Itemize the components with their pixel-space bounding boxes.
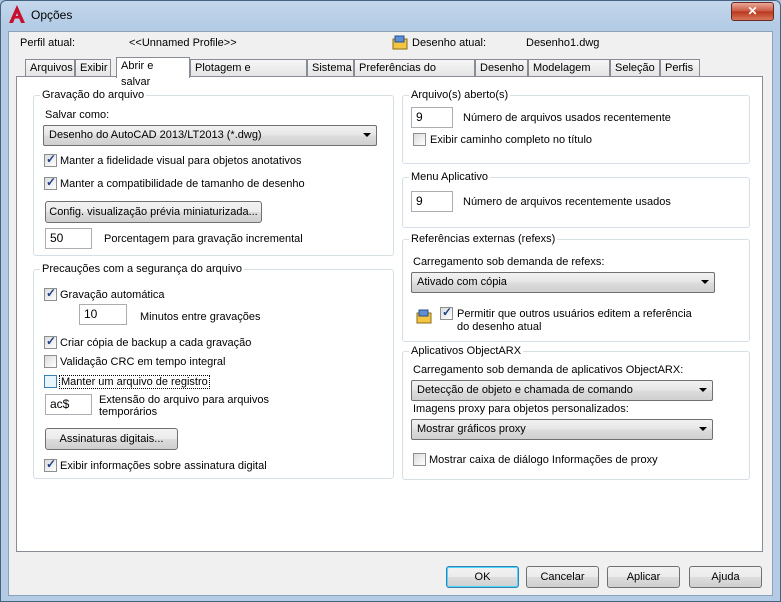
tab-sistema[interactable]: Sistema <box>307 59 354 77</box>
tab-modelagem-3d[interactable]: Modelagem 3D <box>528 59 610 90</box>
proxy-images-label: Imagens proxy para objetos personalizado… <box>413 403 629 415</box>
tab-preferencias[interactable]: Preferências do usuário <box>354 59 475 90</box>
visual-fidelity-label: Manter a fidelidade visual para objetos … <box>60 155 302 167</box>
digital-signatures-button[interactable]: Assinaturas digitais... <box>45 428 178 450</box>
drawing-label: Desenho atual: <box>412 37 486 49</box>
app-menu-recent-input[interactable]: 9 <box>411 191 453 212</box>
crc-label: Validação CRC em tempo integral <box>60 356 226 368</box>
tab-desenho[interactable]: Desenho <box>475 59 528 77</box>
close-icon: ✕ <box>747 4 758 18</box>
cancel-button[interactable]: Cancelar <box>526 566 599 588</box>
visual-fidelity-checkbox[interactable]: ✓ <box>44 152 57 167</box>
save-as-select[interactable]: Desenho do AutoCAD 2013/LT2013 (*.dwg) <box>43 125 377 146</box>
log-file-label: Manter um arquivo de registro <box>59 375 210 389</box>
thumbnail-settings-button[interactable]: Config. visualização prévia miniaturizad… <box>45 201 262 223</box>
full-path-checkbox[interactable] <box>413 133 426 146</box>
group-title: Precauções com a segurança do arquivo <box>42 263 242 275</box>
signature-info-label: Exibir informações sobre assinatura digi… <box>60 460 267 472</box>
size-compat-label: Manter a compatibilidade de tamanho de d… <box>60 178 305 190</box>
arx-demand-label: Carregamento sob demanda de aplicativos … <box>413 364 684 376</box>
profile-label: Perfil atual: <box>20 37 76 49</box>
group-title: Referências externas (refexs) <box>411 233 556 245</box>
check-icon: ✓ <box>46 334 57 348</box>
xref-demand-value: Ativado com cópia <box>417 276 507 288</box>
check-icon: ✓ <box>46 457 57 471</box>
xref-demand-select[interactable]: Ativado com cópia <box>411 272 715 293</box>
profile-value: <<Unnamed Profile>> <box>129 37 237 49</box>
full-path-label: Exibir caminho completo no título <box>430 134 593 146</box>
recent-files-input[interactable]: 9 <box>411 107 453 128</box>
check-icon: ✓ <box>46 175 57 189</box>
proxy-images-select[interactable]: Mostrar gráficos proxy <box>411 419 713 440</box>
autosave-minutes-label: Minutos entre gravações <box>140 311 261 323</box>
chevron-down-icon <box>699 388 707 392</box>
check-icon: ✓ <box>46 286 57 300</box>
app-menu-recent-label: Número de arquivos recentemente usados <box>463 196 671 208</box>
arx-demand-value: Detecção de objeto e chamada de comando <box>417 384 633 396</box>
tab-selecao[interactable]: Seleção <box>610 59 660 77</box>
temp-extension-label-line1: Extensão do arquivo para arquivos <box>99 394 269 406</box>
check-icon: ✓ <box>46 152 57 166</box>
backup-checkbox[interactable]: ✓ <box>44 334 57 349</box>
chevron-down-icon <box>701 280 709 284</box>
group-title: Aplicativos ObjectARX <box>411 345 522 357</box>
incremental-save-input[interactable]: 50 <box>45 228 92 249</box>
proxy-dialog-checkbox[interactable] <box>413 453 426 466</box>
recent-files-label: Número de arquivos usados recentemente <box>463 112 671 124</box>
close-button[interactable]: ✕ <box>731 2 774 21</box>
size-compat-checkbox[interactable]: ✓ <box>44 175 57 190</box>
help-button[interactable]: Ajuda <box>689 566 762 588</box>
tab-perfis[interactable]: Perfis <box>660 59 700 77</box>
autosave-label: Gravação automática <box>60 289 165 301</box>
group-title: Arquivo(s) aberto(s) <box>411 89 509 101</box>
temp-extension-label-line2: temporários <box>99 406 158 418</box>
autosave-minutes-input[interactable]: 10 <box>79 304 127 325</box>
tab-exibir[interactable]: Exibir <box>75 59 111 77</box>
ok-button[interactable]: OK <box>446 566 519 588</box>
apply-button[interactable]: Aplicar <box>607 566 680 588</box>
drawing-file-icon <box>416 309 432 324</box>
allow-edit-xref-checkbox[interactable]: ✓ <box>440 305 453 320</box>
proxy-dialog-label: Mostrar caixa de diálogo Informações de … <box>429 454 658 466</box>
allow-edit-xref-label-line2: do desenho atual <box>457 321 542 333</box>
tab-plotagem[interactable]: Plotagem e Publicação <box>190 59 307 90</box>
proxy-images-value: Mostrar gráficos proxy <box>417 423 526 435</box>
autosave-checkbox[interactable]: ✓ <box>44 286 57 301</box>
drawing-file-icon <box>392 35 408 50</box>
temp-extension-input[interactable]: ac$ <box>45 394 92 415</box>
check-icon: ✓ <box>442 305 453 319</box>
signature-info-checkbox[interactable]: ✓ <box>44 457 57 472</box>
xref-demand-label: Carregamento sob demanda de refexs: <box>413 256 605 268</box>
drawing-value: Desenho1.dwg <box>526 37 600 49</box>
crc-checkbox[interactable] <box>44 355 57 368</box>
tab-abrir-e-salvar[interactable]: Abrir e salvar <box>116 57 190 88</box>
save-as-label: Salvar como: <box>45 109 110 121</box>
file-open-group: Arquivo(s) aberto(s) <box>402 89 750 164</box>
arx-demand-select[interactable]: Detecção de objeto e chamada de comando <box>411 380 713 401</box>
save-as-value: Desenho do AutoCAD 2013/LT2013 (*.dwg) <box>49 129 262 141</box>
window-title: Opções <box>31 8 73 22</box>
group-title: Gravação do arquivo <box>42 89 145 101</box>
backup-label: Criar cópia de backup a cada gravação <box>60 337 252 349</box>
chevron-down-icon <box>363 133 371 137</box>
incremental-save-label: Porcentagem para gravação incremental <box>104 233 303 245</box>
tab-arquivos[interactable]: Arquivos <box>25 59 75 77</box>
title-bar[interactable]: Opções ✕ <box>1 1 780 29</box>
allow-edit-xref-label-line1: Permitir que outros usuários editem a re… <box>457 308 692 320</box>
group-title: Menu Aplicativo <box>411 171 489 183</box>
log-file-checkbox[interactable] <box>44 375 57 388</box>
autocad-logo-icon <box>9 5 25 23</box>
chevron-down-icon <box>699 427 707 431</box>
